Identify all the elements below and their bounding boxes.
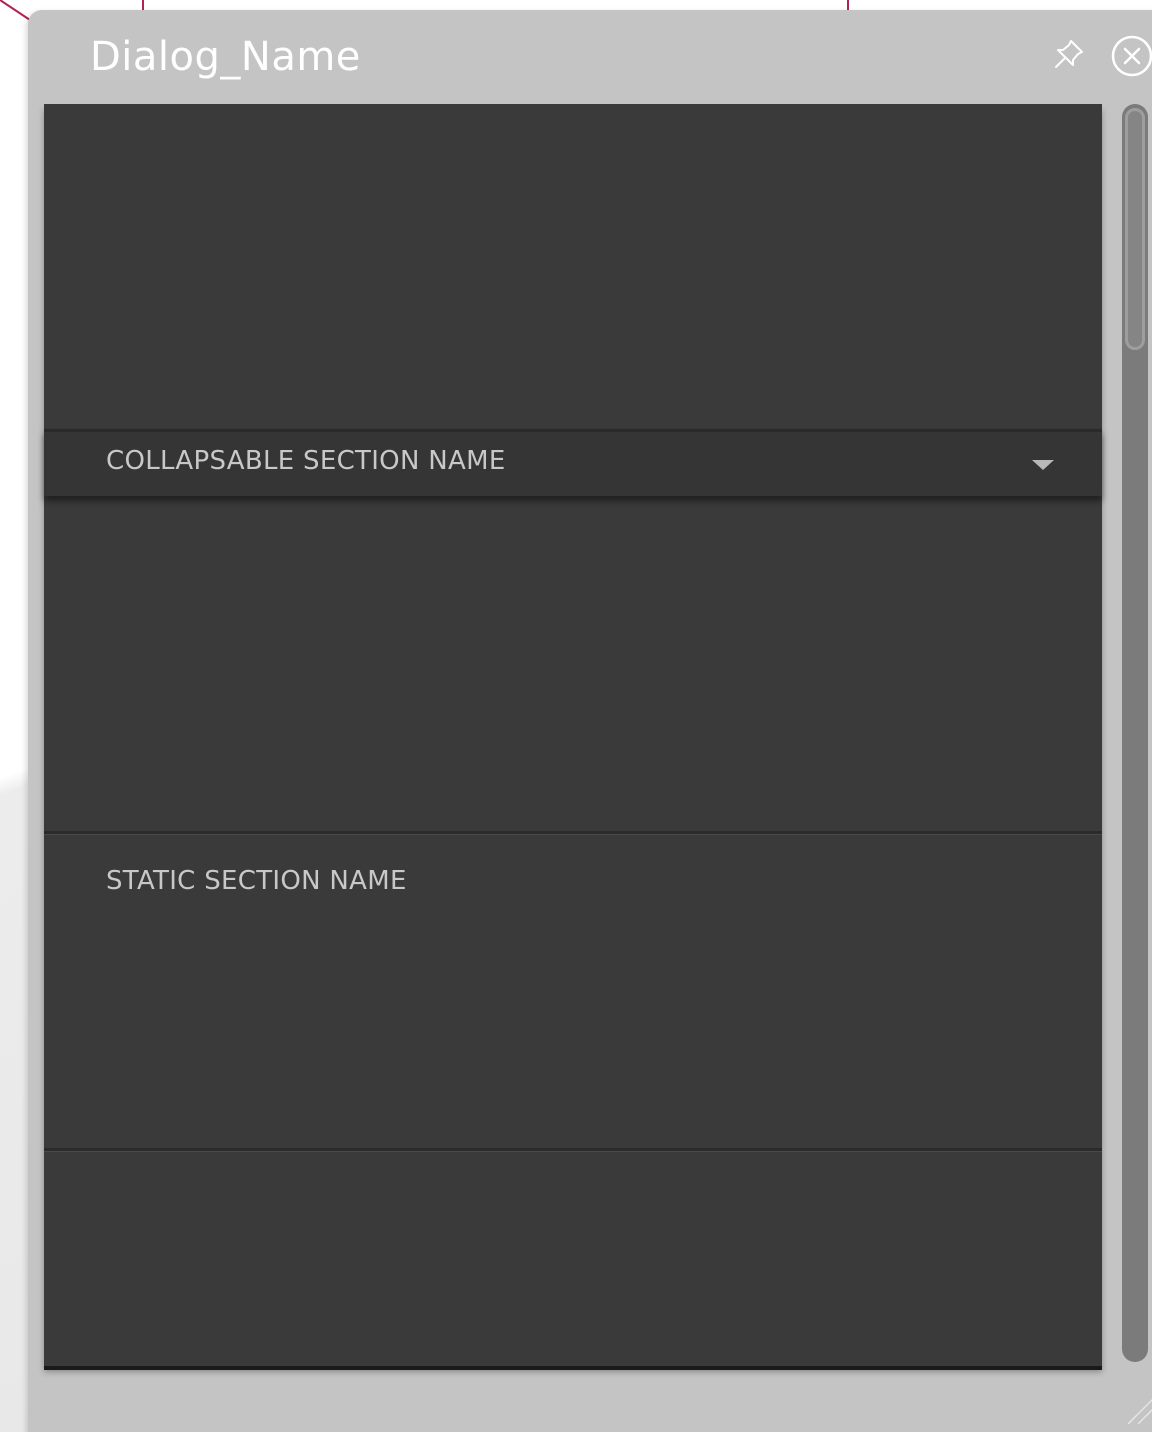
collapsable-section-header[interactable]: COLLAPSABLE SECTION NAME: [44, 429, 1102, 496]
scrollbar-thumb[interactable]: [1125, 108, 1145, 350]
dialog-window: Dialog_Name COLLAPSABLE SECTION NAME STA…: [28, 10, 1152, 1432]
section-divider: [44, 1148, 1102, 1152]
resize-grip-icon[interactable]: [1120, 1388, 1152, 1428]
scrollbar-track[interactable]: [1122, 104, 1148, 1362]
backdrop: Dialog_Name COLLAPSABLE SECTION NAME STA…: [0, 0, 1152, 1432]
static-section-label: STATIC SECTION NAME: [106, 866, 407, 896]
collapsable-section-label: COLLAPSABLE SECTION NAME: [106, 446, 506, 476]
pin-icon[interactable]: [1051, 36, 1087, 72]
close-icon[interactable]: [1110, 34, 1152, 78]
dialog-title: Dialog_Name: [90, 34, 361, 80]
chevron-down-icon[interactable]: [1032, 460, 1054, 470]
dialog-content: COLLAPSABLE SECTION NAME STATIC SECTION …: [44, 104, 1102, 1366]
section-divider: [44, 831, 1102, 835]
